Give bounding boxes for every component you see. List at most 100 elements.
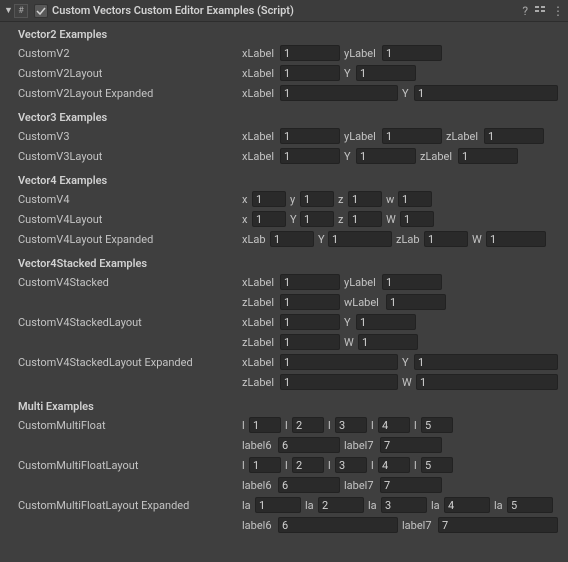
field-label[interactable]: Y <box>402 87 412 100</box>
field-label[interactable]: y <box>290 193 298 206</box>
field-label[interactable]: x <box>242 213 250 226</box>
field-label[interactable]: label7 <box>344 439 378 452</box>
field-input[interactable] <box>252 211 286 227</box>
field-label[interactable]: l <box>242 459 247 472</box>
field-input[interactable] <box>424 231 468 247</box>
field-input[interactable] <box>382 45 442 61</box>
field-input[interactable] <box>280 334 340 350</box>
field-label[interactable]: l <box>328 459 333 472</box>
field-label[interactable]: la <box>368 499 379 512</box>
field-input[interactable] <box>414 85 558 101</box>
field-input[interactable] <box>421 417 453 433</box>
field-label[interactable]: label6 <box>242 519 276 532</box>
field-input[interactable] <box>416 374 558 390</box>
field-input[interactable] <box>280 45 340 61</box>
field-label[interactable]: z <box>338 193 346 206</box>
field-label[interactable]: zLabel <box>242 336 278 349</box>
field-input[interactable] <box>356 148 416 164</box>
field-input[interactable] <box>280 65 340 81</box>
field-label[interactable]: la <box>431 499 442 512</box>
field-input[interactable] <box>280 314 340 330</box>
field-input[interactable] <box>335 417 367 433</box>
field-label[interactable]: l <box>414 419 419 432</box>
field-input[interactable] <box>280 85 398 101</box>
field-label[interactable]: xLabel <box>242 67 278 80</box>
field-input[interactable] <box>278 437 340 453</box>
field-input[interactable] <box>356 314 416 330</box>
field-input[interactable] <box>398 191 432 207</box>
field-label[interactable]: w <box>386 193 396 206</box>
field-label[interactable]: l <box>328 419 333 432</box>
field-label[interactable]: W <box>402 376 414 389</box>
field-input[interactable] <box>380 437 442 453</box>
field-input[interactable] <box>280 354 398 370</box>
field-input[interactable] <box>280 274 340 290</box>
field-input[interactable] <box>356 65 416 81</box>
field-label[interactable]: l <box>285 419 290 432</box>
field-input[interactable] <box>280 128 340 144</box>
field-input[interactable] <box>486 231 546 247</box>
field-label[interactable]: Y <box>344 67 354 80</box>
field-input[interactable] <box>358 334 418 350</box>
field-input[interactable] <box>458 148 518 164</box>
field-label[interactable]: xLabel <box>242 356 278 369</box>
field-label[interactable]: yLabel <box>344 276 380 289</box>
field-label[interactable]: xLabel <box>242 130 278 143</box>
field-input[interactable] <box>255 497 301 513</box>
field-label[interactable]: la <box>494 499 505 512</box>
field-input[interactable] <box>280 148 340 164</box>
field-label[interactable]: yLabel <box>344 130 380 143</box>
field-label[interactable]: l <box>414 459 419 472</box>
field-input[interactable] <box>278 517 398 533</box>
field-input[interactable] <box>270 231 314 247</box>
field-label[interactable]: zLabel <box>242 296 278 309</box>
field-label[interactable]: label7 <box>344 479 378 492</box>
field-input[interactable] <box>444 497 490 513</box>
field-input[interactable] <box>292 417 324 433</box>
field-label[interactable]: x <box>242 193 250 206</box>
field-input[interactable] <box>318 497 364 513</box>
enabled-checkbox[interactable] <box>34 4 48 18</box>
field-label[interactable]: xLabel <box>242 316 278 329</box>
field-input[interactable] <box>378 417 410 433</box>
field-label[interactable]: Y <box>318 233 326 246</box>
field-input[interactable] <box>378 457 410 473</box>
field-label[interactable]: Y <box>290 213 298 226</box>
help-icon[interactable]: ? <box>522 4 528 18</box>
field-label[interactable]: l <box>371 419 376 432</box>
field-input[interactable] <box>348 211 382 227</box>
field-label[interactable]: yLabel <box>344 47 380 60</box>
field-label[interactable]: xLabel <box>242 87 278 100</box>
field-input[interactable] <box>421 457 453 473</box>
field-input[interactable] <box>382 128 442 144</box>
field-label[interactable]: l <box>285 459 290 472</box>
field-label[interactable]: l <box>371 459 376 472</box>
field-label[interactable]: Y <box>402 356 412 369</box>
field-input[interactable] <box>300 191 334 207</box>
field-input[interactable] <box>280 294 340 310</box>
field-label[interactable]: W <box>386 213 398 226</box>
field-input[interactable] <box>507 497 553 513</box>
field-input[interactable] <box>484 128 544 144</box>
field-label[interactable]: la <box>242 499 253 512</box>
field-label[interactable]: label6 <box>242 479 276 492</box>
context-menu-icon[interactable]: ⋮ <box>552 4 564 18</box>
field-label[interactable]: label6 <box>242 439 276 452</box>
field-input[interactable] <box>280 374 398 390</box>
field-input[interactable] <box>348 191 382 207</box>
field-label[interactable]: z <box>338 213 346 226</box>
field-input[interactable] <box>400 211 434 227</box>
field-input[interactable] <box>278 477 340 493</box>
field-input[interactable] <box>380 477 442 493</box>
field-label[interactable]: zLabel <box>242 376 278 389</box>
field-label[interactable]: label7 <box>402 519 436 532</box>
field-input[interactable] <box>292 457 324 473</box>
field-label[interactable]: la <box>305 499 316 512</box>
field-input[interactable] <box>438 517 558 533</box>
field-label[interactable]: wLabel <box>344 296 384 309</box>
field-input[interactable] <box>328 231 392 247</box>
field-label[interactable]: zLabel <box>446 130 482 143</box>
field-label[interactable]: Y <box>344 150 354 163</box>
field-input[interactable] <box>382 274 442 290</box>
field-label[interactable]: xLabel <box>242 47 278 60</box>
